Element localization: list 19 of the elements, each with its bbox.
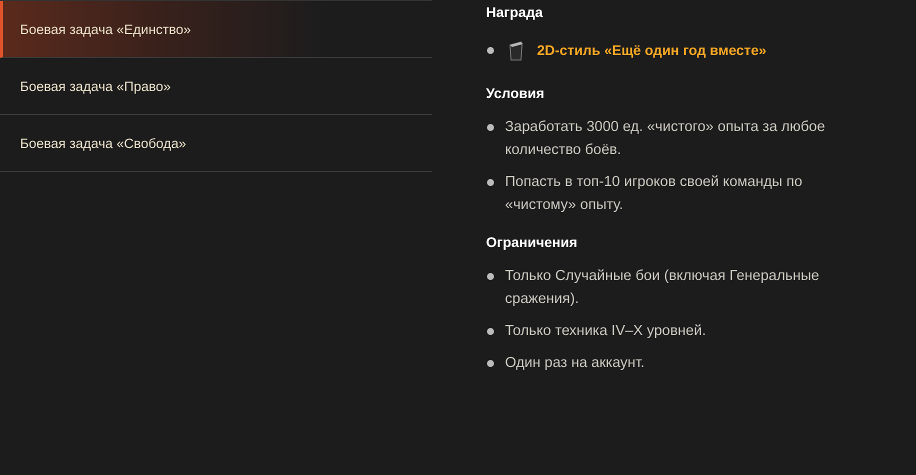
bullet-icon: [487, 47, 494, 54]
condition-text: Попасть в топ-10 игроков своей команды по «чистому» опыту.: [505, 173, 804, 215]
style-icon: [507, 39, 525, 61]
bullet-icon: [487, 124, 494, 131]
sidebar-item[interactable]: Боевая задача «Единство»: [0, 1, 432, 58]
bullet-icon: [487, 273, 494, 280]
condition-text: Заработать 3000 ед. «чистого» опыта за любое количество боёв.: [505, 118, 826, 160]
condition-text: Только техника IV–X уровней.: [505, 322, 708, 341]
condition-text: Один раз на аккаунт.: [505, 354, 646, 373]
section-heading: Награда: [486, 3, 544, 21]
bullet-icon: [487, 328, 494, 335]
bullet-icon: [487, 360, 494, 367]
condition-text: Только Случайные бои (включая Генеральные сражения).: [505, 267, 820, 309]
section-heading: Условия: [486, 84, 546, 102]
bullet-icon: [487, 179, 494, 186]
reward-name: 2D-стиль «Ещё один год вместе»: [537, 41, 766, 60]
sidebar-item[interactable]: Боевая задача «Право»: [0, 58, 432, 115]
sidebar-item[interactable]: Боевая задача «Свобода»: [0, 115, 432, 172]
section-heading: Ограничения: [486, 233, 578, 251]
